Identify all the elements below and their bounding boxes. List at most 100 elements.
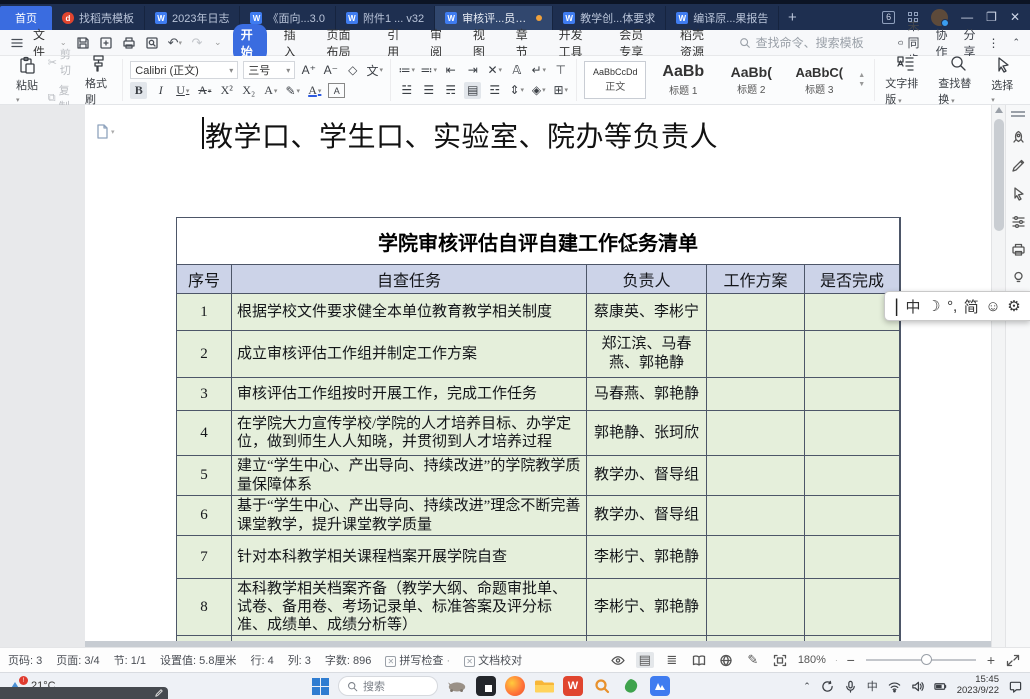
- justify-icon[interactable]: ▤: [464, 82, 481, 99]
- spell-check-toggle[interactable]: ✕拼写检查 ·: [385, 652, 450, 668]
- style-heading3[interactable]: AaBbC( 标题 3: [788, 61, 850, 99]
- redo-icon[interactable]: ↷: [191, 35, 203, 51]
- print-preview-icon[interactable]: [145, 35, 159, 51]
- asian-layout-icon[interactable]: 𝔸: [508, 62, 525, 79]
- fullscreen-icon[interactable]: [1004, 652, 1022, 668]
- wifi-icon[interactable]: [888, 680, 901, 693]
- align-right-icon[interactable]: ☴: [442, 82, 459, 99]
- underline-button[interactable]: U▾: [174, 82, 191, 99]
- cut-button[interactable]: ✂ 剪切: [48, 46, 76, 78]
- strikethrough-button[interactable]: A▾: [196, 82, 213, 99]
- tab-doc-docer[interactable]: d 找稻壳模板: [52, 6, 145, 30]
- more-menu-icon[interactable]: ⋮: [987, 36, 1000, 50]
- taskbar-app-wps[interactable]: W: [563, 676, 583, 696]
- subscript-button[interactable]: X₂: [240, 82, 257, 99]
- bullet-list-icon[interactable]: ≔▾: [398, 62, 415, 79]
- taskbar-clock[interactable]: 15:45 2023/9/22: [957, 675, 999, 697]
- speaker-icon[interactable]: [911, 680, 924, 693]
- borders-icon[interactable]: ⊞▾: [552, 82, 569, 99]
- zoom-caret[interactable]: ·: [835, 656, 838, 665]
- vertical-scrollbar[interactable]: [991, 105, 1005, 647]
- quickbar-more-icon[interactable]: ⌄: [212, 35, 224, 51]
- tab-ruler-icon[interactable]: ⊤: [552, 62, 569, 79]
- numbered-list-icon[interactable]: ≕▾: [420, 62, 437, 79]
- fit-page-icon[interactable]: [771, 652, 789, 668]
- style-heading2[interactable]: AaBb( 标题 2: [720, 61, 782, 99]
- align-center-icon[interactable]: ☰: [420, 82, 437, 99]
- select-arrow-icon[interactable]: [1011, 186, 1026, 201]
- pinyin-guide-icon[interactable]: 文▾: [366, 62, 383, 79]
- idea-bulb-icon[interactable]: [1011, 270, 1026, 285]
- page-view-icon[interactable]: ▤: [636, 652, 654, 668]
- ime-punctuation-icon[interactable]: °,: [947, 298, 957, 315]
- ime-halfwidth-moon-icon[interactable]: ☽: [927, 297, 940, 315]
- tab-doc-journal[interactable]: W 2023年日志: [145, 6, 240, 30]
- zoom-slider-knob[interactable]: [921, 654, 932, 665]
- highlight-icon[interactable]: ✎▾: [284, 82, 301, 99]
- gallery-down-icon[interactable]: ▼: [858, 81, 865, 88]
- shrink-font-button[interactable]: A⁻: [322, 62, 339, 79]
- style-normal[interactable]: AaBbCcDd 正文: [584, 61, 646, 99]
- bold-button[interactable]: B: [130, 82, 147, 99]
- microphone-icon[interactable]: [844, 680, 857, 693]
- outline-view-icon[interactable]: ≣: [663, 652, 681, 668]
- status-word-count[interactable]: 字数: 896: [325, 652, 371, 668]
- undo-icon[interactable]: ↶▾: [168, 35, 182, 51]
- shading-icon[interactable]: ◈▾: [530, 82, 547, 99]
- char-border-button[interactable]: A▾: [262, 82, 279, 99]
- line-spacing-icon[interactable]: ⇕▾: [508, 82, 525, 99]
- sliders-icon[interactable]: [1011, 214, 1026, 229]
- sync-icon[interactable]: [821, 680, 834, 693]
- distribute-icon[interactable]: ☲: [486, 82, 503, 99]
- taskbar-app-docs[interactable]: [650, 676, 670, 696]
- web-view-icon[interactable]: [717, 652, 735, 668]
- clear-format-icon[interactable]: ◇: [344, 62, 361, 79]
- zoom-level[interactable]: 180%: [798, 654, 826, 666]
- gallery-up-icon[interactable]: ▲: [858, 72, 865, 79]
- format-painter-button[interactable]: 格式刷: [82, 54, 115, 107]
- zoom-in-button[interactable]: +: [987, 652, 995, 668]
- ime-simplified[interactable]: 简: [964, 296, 979, 317]
- collapse-ribbon-icon[interactable]: ⌃: [1012, 37, 1020, 48]
- align-left-icon[interactable]: ☱: [398, 82, 415, 99]
- font-size-combo[interactable]: 三号▾: [243, 61, 295, 79]
- taskbar-app-firefox[interactable]: [505, 676, 525, 696]
- char-shading-icon[interactable]: A: [328, 83, 345, 98]
- font-name-combo[interactable]: Calibri (正文)▾: [130, 61, 238, 79]
- ink-annotate-icon[interactable]: ✎: [744, 652, 762, 668]
- notification-icon[interactable]: [1009, 680, 1022, 693]
- eye-protection-icon[interactable]: [609, 652, 627, 668]
- font-color-button[interactable]: A▾: [306, 82, 323, 99]
- text-direction-icon[interactable]: ✕▾: [486, 62, 503, 79]
- save-icon[interactable]: [76, 35, 90, 51]
- find-replace-button[interactable]: 查找替换 ▾: [935, 54, 982, 107]
- print-tool-icon[interactable]: [1011, 242, 1026, 257]
- style-heading1[interactable]: AaBb 标题 1: [652, 61, 714, 99]
- taskbar-app-explorer[interactable]: [534, 676, 554, 696]
- status-line[interactable]: 行: 4: [250, 652, 273, 668]
- edit-pen-icon[interactable]: [1011, 158, 1026, 173]
- sidebar-handle-icon[interactable]: [1011, 111, 1025, 117]
- zoom-out-button[interactable]: −: [847, 652, 855, 668]
- superscript-button[interactable]: X²: [218, 82, 235, 99]
- status-page-no[interactable]: 页码: 3: [8, 652, 42, 668]
- italic-button[interactable]: I: [152, 82, 169, 99]
- ime-mode-chinese[interactable]: 中: [906, 296, 921, 317]
- taskbar-app-rhino[interactable]: [447, 676, 467, 696]
- status-section[interactable]: 节: 1/1: [114, 652, 146, 668]
- tray-ime-indicator[interactable]: 中: [867, 678, 878, 694]
- scroll-up-icon[interactable]: [995, 107, 1003, 113]
- print-icon[interactable]: [122, 35, 136, 51]
- select-button[interactable]: 选择 ▾: [988, 56, 1017, 105]
- taskbar-app-green[interactable]: [621, 676, 641, 696]
- export-icon[interactable]: [99, 35, 113, 51]
- decrease-indent-icon[interactable]: ⇤: [442, 62, 459, 79]
- start-button[interactable]: [312, 678, 329, 695]
- new-tab-button[interactable]: +: [779, 4, 805, 30]
- scrollbar-thumb[interactable]: [994, 119, 1004, 231]
- rocket-icon[interactable]: [1011, 130, 1026, 145]
- line-break-icon[interactable]: ↵▾: [530, 62, 547, 79]
- tray-expand-icon[interactable]: ⌃: [803, 681, 811, 692]
- increase-indent-icon[interactable]: ⇥: [464, 62, 481, 79]
- hamburger-icon[interactable]: [10, 35, 24, 51]
